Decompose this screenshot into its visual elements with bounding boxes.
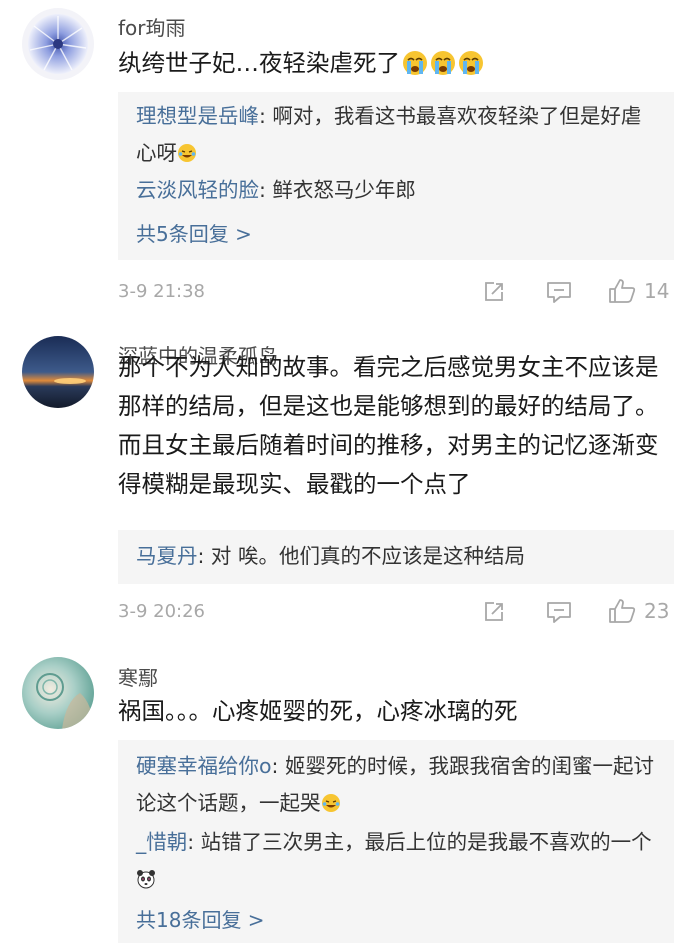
avatar[interactable] <box>22 336 94 408</box>
share-icon <box>485 282 503 301</box>
laughing-tears-emoji-icon <box>321 788 341 812</box>
reply-item[interactable]: 硬塞幸福给你o: 姬婴死的时候，我跟我宿舍的闺蜜一起讨论这个话题，一起哭 <box>136 748 656 822</box>
more-replies-link[interactable]: 共5条回复 > <box>136 218 252 247</box>
share-button[interactable] <box>482 280 506 304</box>
avatar[interactable] <box>22 657 94 729</box>
comment-text: 那个不为人知的故事。看完之后感觉男女主不应该是那样的结局，但是这也是能够想到的最… <box>118 353 659 498</box>
reply-box: 理想型是岳峰: 啊对，我看这书最喜欢夜轻染了但是好虐心呀 云淡风轻的脸: 鲜衣怒… <box>118 92 674 260</box>
timestamp: 3-9 20:26 <box>118 601 205 622</box>
reply-author[interactable]: _惜朝 <box>136 830 187 854</box>
comment-button[interactable] <box>546 280 572 304</box>
share-button[interactable] <box>482 600 506 624</box>
like-count: 23 <box>644 599 670 623</box>
timestamp: 3-9 21:38 <box>118 281 205 302</box>
comment-text: 纨绔世子妃…夜轻染虐死了 <box>118 44 678 83</box>
comment-icon <box>547 602 571 623</box>
reply-item[interactable]: _惜朝: 站错了三次男主，最后上位的是我最不喜欢的一个 <box>136 824 656 898</box>
laughing-tears-emoji-icon <box>177 138 197 162</box>
reply-author[interactable]: 云淡风轻的脸 <box>136 178 259 202</box>
reply-author[interactable]: 硬塞幸福给你o <box>136 754 272 778</box>
crying-emoji-icon <box>458 49 484 75</box>
comment-author[interactable]: 寒鄢 <box>118 662 158 691</box>
reply-author[interactable]: 理想型是岳峰 <box>136 104 259 128</box>
like-button[interactable]: 23 <box>608 598 669 624</box>
avatar[interactable] <box>22 8 94 80</box>
comment-text: 祸国。。。心疼姬婴的死，心疼冰璃的死 <box>118 697 518 725</box>
like-button[interactable]: 14 <box>608 278 669 304</box>
comment-author[interactable]: for珣雨 <box>118 12 186 41</box>
comment-icon <box>547 282 571 303</box>
comment-button[interactable] <box>546 600 572 624</box>
panda-emoji-icon <box>136 864 156 889</box>
reply-item[interactable]: 马夏丹: 对 唉。他们真的不应该是这种结局 <box>136 538 656 575</box>
reply-text: : 鲜衣怒马少年郎 <box>259 178 416 202</box>
reply-box: 马夏丹: 对 唉。他们真的不应该是这种结局 <box>118 530 674 584</box>
reply-text: : 站错了三次男主，最后上位的是我最不喜欢的一个 <box>187 830 652 854</box>
like-count: 14 <box>644 279 670 303</box>
reply-box: 硬塞幸福给你o: 姬婴死的时候，我跟我宿舍的闺蜜一起讨论这个话题，一起哭 _惜朝… <box>118 740 674 943</box>
reply-item[interactable]: 理想型是岳峰: 啊对，我看这书最喜欢夜轻染了但是好虐心呀 <box>136 98 656 172</box>
crying-emoji-icon <box>430 49 456 75</box>
thumbs-up-icon <box>609 279 636 303</box>
thumbs-up-icon <box>609 599 636 623</box>
reply-text: : 对 唉。他们真的不应该是这种结局 <box>197 544 525 568</box>
reply-author[interactable]: 马夏丹 <box>136 544 198 568</box>
share-icon <box>485 602 503 621</box>
more-replies-link[interactable]: 共18条回复 > <box>136 904 265 933</box>
reply-item[interactable]: 云淡风轻的脸: 鲜衣怒马少年郎 <box>136 172 656 209</box>
crying-emoji-icon <box>402 49 428 75</box>
